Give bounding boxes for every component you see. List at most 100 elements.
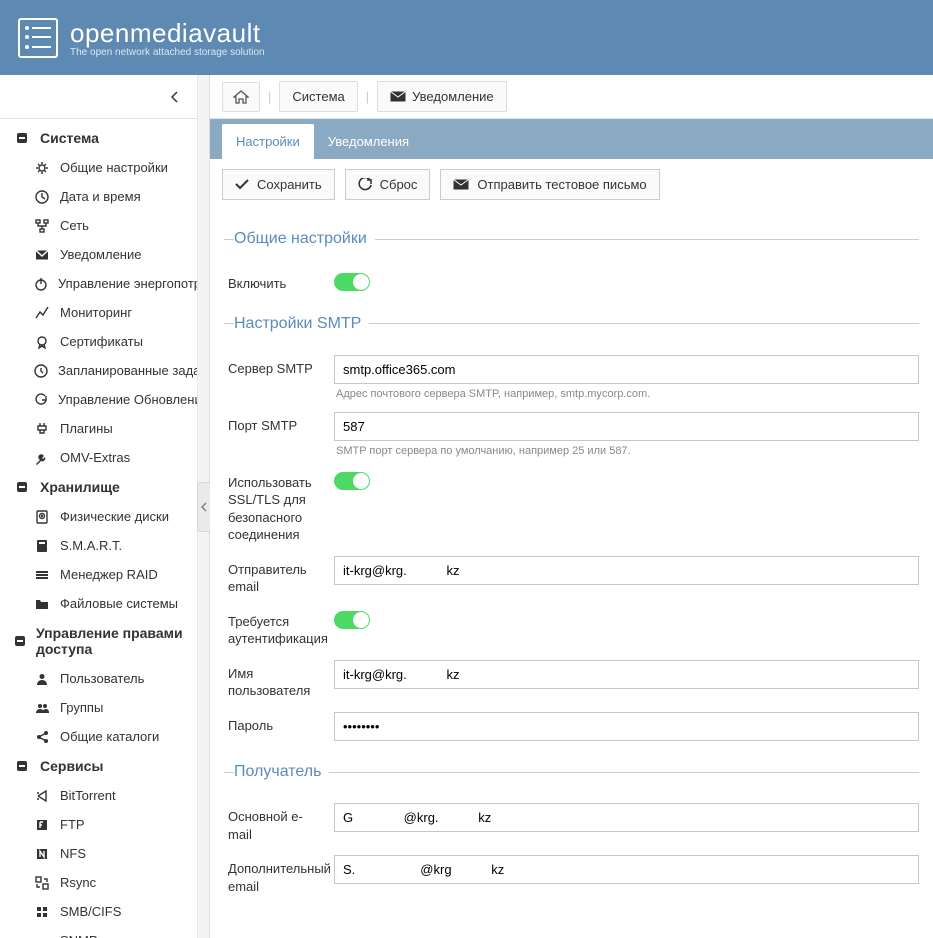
- help-smtp-server: Адрес почтового сервера SMTP, например, …: [334, 388, 919, 400]
- legend-smtp: Настройки SMTP: [234, 315, 369, 333]
- label-enable: Включить: [224, 270, 334, 293]
- minus-square-icon: [14, 760, 30, 772]
- user-icon: [34, 672, 50, 686]
- legend-general: Общие настройки: [234, 230, 375, 248]
- nav-item-label: Уведомление: [60, 247, 141, 262]
- toggle-auth[interactable]: [334, 611, 370, 629]
- send-test-button-label: Отправить тестовое письмо: [477, 177, 646, 192]
- nav-item[interactable]: Мониторинг: [0, 298, 197, 327]
- reset-button-label: Сброс: [380, 177, 418, 192]
- nav-item[interactable]: NFS: [0, 839, 197, 868]
- nav-item-label: Физические диски: [60, 509, 169, 524]
- nav-item[interactable]: Пользователь: [0, 664, 197, 693]
- app-header: openmediavault The open network attached…: [0, 0, 933, 75]
- mail-icon: [453, 179, 469, 190]
- toggle-enable[interactable]: [334, 273, 370, 291]
- nav-item[interactable]: OMV-Extras: [0, 443, 197, 472]
- nav-group-label: Сервисы: [40, 758, 103, 774]
- nav-item[interactable]: Общие настройки: [0, 153, 197, 182]
- nfs-icon: [34, 847, 50, 861]
- sidebar-collapse-handle[interactable]: [197, 482, 210, 532]
- nav-item[interactable]: Плагины: [0, 414, 197, 443]
- chart-icon: [34, 306, 50, 320]
- label-secondary-email: Дополнительный email: [224, 855, 334, 895]
- nav-item-label: Группы: [60, 700, 103, 715]
- nav-group[interactable]: Хранилище: [0, 472, 197, 502]
- reset-button[interactable]: Сброс: [345, 169, 431, 200]
- label-smtp-port: Порт SMTP: [224, 412, 334, 435]
- nav-group-label: Управление правами доступа: [36, 625, 187, 657]
- nav-item[interactable]: SMB/CIFS: [0, 897, 197, 926]
- label-ssl: Использовать SSL/TLS для безопасного сое…: [224, 469, 334, 544]
- nav-item[interactable]: Сеть: [0, 211, 197, 240]
- brand-title: openmediavault: [70, 18, 265, 49]
- nav-item[interactable]: Физические диски: [0, 502, 197, 531]
- cert-icon: [34, 335, 50, 349]
- fieldset-smtp: Настройки SMTP Сервер SMTP Адрес почтово…: [224, 315, 919, 747]
- nav-group[interactable]: Сервисы: [0, 751, 197, 781]
- nav-item[interactable]: Файловые системы: [0, 589, 197, 618]
- label-primary-email: Основной e-mail: [224, 803, 334, 843]
- nav-item-label: Мониторинг: [60, 305, 132, 320]
- nav-item[interactable]: Rsync: [0, 868, 197, 897]
- save-button-label: Сохранить: [257, 177, 322, 192]
- snmp-icon: [34, 934, 50, 938]
- network-icon: [34, 219, 50, 233]
- nav-item[interactable]: Группы: [0, 693, 197, 722]
- label-smtp-server: Сервер SMTP: [224, 355, 334, 378]
- input-smtp-server[interactable]: [334, 355, 919, 384]
- input-secondary-email[interactable]: [334, 855, 919, 884]
- nav-item[interactable]: S.M.A.R.T.: [0, 531, 197, 560]
- nav-item[interactable]: Менеджер RAID: [0, 560, 197, 589]
- rsync-icon: [34, 876, 50, 890]
- breadcrumb-system-label: Система: [292, 89, 344, 104]
- input-password[interactable]: [334, 712, 919, 741]
- nav-item[interactable]: Дата и время: [0, 182, 197, 211]
- nav-item[interactable]: Сертификаты: [0, 327, 197, 356]
- input-smtp-port[interactable]: [334, 412, 919, 441]
- nav-item[interactable]: BitTorrent: [0, 781, 197, 810]
- nav-item[interactable]: Управление энергопотреблением: [0, 269, 197, 298]
- nav-item-label: SNMP: [60, 933, 98, 938]
- nav-group[interactable]: Управление правами доступа: [0, 618, 197, 664]
- smb-icon: [34, 905, 50, 919]
- logo-icon: [18, 18, 58, 58]
- collapse-sidebar-icon[interactable]: [171, 91, 179, 103]
- legend-recipient: Получатель: [234, 763, 329, 781]
- nav-item-label: FTP: [60, 817, 85, 832]
- input-sender-email[interactable]: [334, 556, 919, 585]
- breadcrumb-home[interactable]: [222, 82, 260, 112]
- nav-item-label: Сертификаты: [60, 334, 143, 349]
- plugin-icon: [34, 422, 50, 436]
- ftp-icon: [34, 818, 50, 832]
- raid-icon: [34, 568, 50, 582]
- nav-item-label: Общие каталоги: [60, 729, 159, 744]
- minus-square-icon: [14, 635, 26, 647]
- nav-item-label: BitTorrent: [60, 788, 116, 803]
- nav-item[interactable]: Запланированные задания: [0, 356, 197, 385]
- nav-group[interactable]: Система: [0, 123, 197, 153]
- nav-item-label: NFS: [60, 846, 86, 861]
- nav-item[interactable]: Общие каталоги: [0, 722, 197, 751]
- breadcrumb-system[interactable]: Система: [279, 81, 357, 112]
- save-button[interactable]: Сохранить: [222, 169, 335, 200]
- nav-item[interactable]: Управление Обновлениями: [0, 385, 197, 414]
- nav-item[interactable]: FTP: [0, 810, 197, 839]
- input-username[interactable]: [334, 660, 919, 689]
- nav-item-label: Rsync: [60, 875, 96, 890]
- nav-item[interactable]: SNMP: [0, 926, 197, 938]
- nav-item-label: Менеджер RAID: [60, 567, 158, 582]
- nav-item-label: Запланированные задания: [58, 363, 197, 378]
- power-icon: [34, 277, 48, 291]
- check-icon: [235, 179, 249, 190]
- nav-item[interactable]: Уведомление: [0, 240, 197, 269]
- send-test-button[interactable]: Отправить тестовое письмо: [440, 169, 659, 200]
- folder-icon: [34, 597, 50, 611]
- tab-notifications[interactable]: Уведомления: [314, 124, 423, 159]
- breadcrumb-notification[interactable]: Уведомление: [377, 81, 506, 112]
- toggle-ssl[interactable]: [334, 472, 370, 490]
- tab-settings[interactable]: Настройки: [222, 124, 314, 159]
- nav-item-label: Общие настройки: [60, 160, 168, 175]
- input-primary-email[interactable]: [334, 803, 919, 832]
- sidebar: Система Общие настройки Дата и времяСеть Ув…: [0, 75, 210, 938]
